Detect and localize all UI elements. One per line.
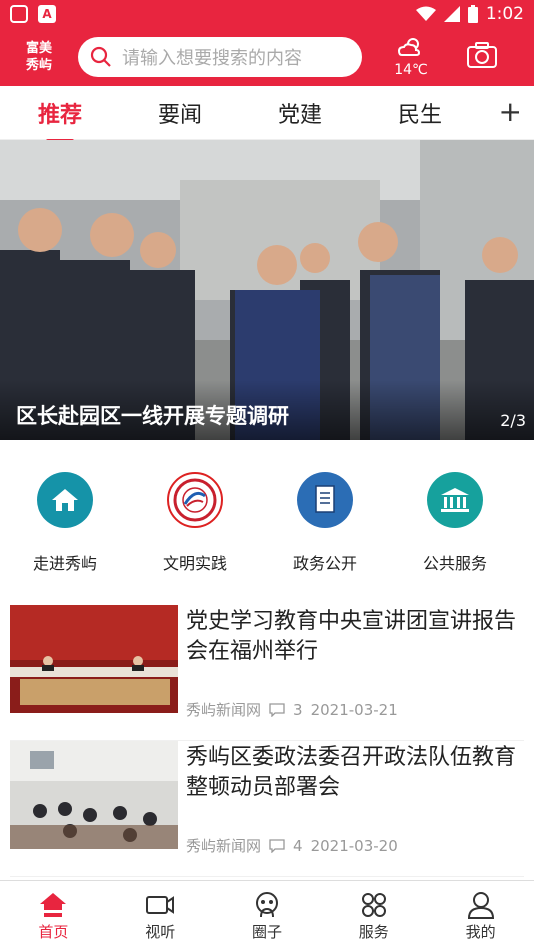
quick-link-label: 政务公开 — [292, 554, 357, 573]
quick-link-label: 公共服务 — [422, 554, 487, 573]
status-time: 1:02 — [485, 4, 524, 24]
nav-home[interactable]: 首页 — [0, 881, 107, 950]
add-channel-button[interactable]: + — [499, 98, 522, 126]
camera-icon — [467, 42, 497, 68]
banner-carousel[interactable]: 区长赴园区一线开展专题调研 2/3 — [0, 140, 534, 440]
cloudy-sun-icon — [397, 38, 421, 56]
app-notification-icon: A — [38, 5, 56, 23]
nav-label: 视听 — [145, 923, 176, 941]
news-item[interactable]: 秀屿区委政法委召开政法队伍教育整顿动员部署会 秀屿新闻网 4 2021-03-2… — [10, 741, 524, 877]
quick-links: 走进秀屿 文明实践 政务公开 公共服务 — [0, 440, 534, 605]
comment-icon — [269, 838, 285, 853]
news-source: 秀屿新闻网 — [186, 837, 262, 855]
nav-label: 圈子 — [251, 923, 282, 941]
brand-logo[interactable]: 富美 秀屿 — [10, 40, 68, 74]
app-header: A 1:02 富美 秀屿 请输入想要搜索的内容 14℃ — [0, 0, 534, 86]
nav-label: 首页 — [38, 923, 69, 941]
weather-widget[interactable]: 14℃ — [376, 36, 446, 78]
nav-video[interactable]: 视听 — [107, 881, 214, 950]
government-building-icon — [427, 472, 483, 528]
news-title: 秀屿区委政法委召开政法队伍教育整顿动员部署会 — [186, 745, 517, 800]
tab-news[interactable]: 要闻 — [158, 97, 278, 129]
news-thumbnail — [10, 741, 178, 849]
comment-icon — [269, 702, 285, 717]
user-icon — [467, 892, 494, 919]
quick-link-about[interactable]: 走进秀屿 — [0, 472, 130, 605]
comment-count: 4 — [293, 836, 303, 855]
news-item[interactable]: 党史学习教育中央宣讲团宣讲报告会在福州举行 秀屿新闻网 3 2021-03-21 — [10, 605, 524, 741]
battery-icon — [467, 5, 478, 23]
category-tabs: 推荐 要闻 党建 民生 + — [0, 86, 534, 143]
quick-link-label: 走进秀屿 — [32, 554, 97, 573]
bottom-navigation: 首页 视听 圈子 服务 我的 — [0, 880, 534, 950]
signal-icon — [443, 6, 460, 22]
news-source: 秀屿新闻网 — [186, 701, 262, 719]
circle-icon — [255, 892, 278, 918]
nav-profile[interactable]: 我的 — [427, 881, 534, 950]
quick-link-gov-affairs[interactable]: 政务公开 — [260, 472, 390, 605]
nav-services[interactable]: 服务 — [320, 881, 427, 950]
news-date: 2021-03-20 — [310, 836, 398, 855]
grid-icon — [361, 893, 386, 917]
house-icon — [37, 472, 93, 528]
quick-link-public-service[interactable]: 公共服务 — [390, 472, 520, 605]
notification-icon — [10, 5, 28, 23]
nav-circle[interactable]: 圈子 — [214, 881, 321, 950]
wifi-icon — [415, 6, 436, 21]
camera-button[interactable] — [466, 41, 498, 73]
tab-party[interactable]: 党建 — [278, 97, 398, 129]
home-icon — [40, 893, 67, 917]
document-icon — [297, 472, 353, 528]
nav-label: 我的 — [465, 923, 496, 941]
search-icon — [90, 46, 111, 67]
banner-caption: 区长赴园区一线开展专题调研 — [0, 380, 534, 440]
nav-label: 服务 — [358, 923, 389, 941]
news-list: 党史学习教育中央宣讲团宣讲报告会在福州举行 秀屿新闻网 3 2021-03-21 — [0, 605, 534, 877]
video-icon — [146, 896, 175, 914]
news-date: 2021-03-21 — [310, 700, 398, 719]
quick-link-civilization[interactable]: 文明实践 — [130, 472, 260, 605]
brand-line-1: 富美 — [25, 41, 52, 56]
weather-temp: 14℃ — [394, 62, 428, 78]
search-placeholder: 请输入想要搜索的内容 — [122, 48, 302, 69]
civilization-emblem-icon — [167, 472, 223, 528]
tab-recommend[interactable]: 推荐 — [38, 97, 158, 143]
news-title: 党史学习教育中央宣讲团宣讲报告会在福州举行 — [186, 609, 517, 664]
quick-link-label: 文明实践 — [162, 554, 227, 573]
search-input[interactable]: 请输入想要搜索的内容 — [78, 37, 362, 77]
banner-pager: 2/3 — [500, 411, 526, 430]
comment-count: 3 — [293, 700, 303, 719]
brand-line-2: 秀屿 — [25, 58, 52, 73]
status-bar: A 1:02 — [0, 0, 534, 28]
news-thumbnail — [10, 605, 178, 713]
